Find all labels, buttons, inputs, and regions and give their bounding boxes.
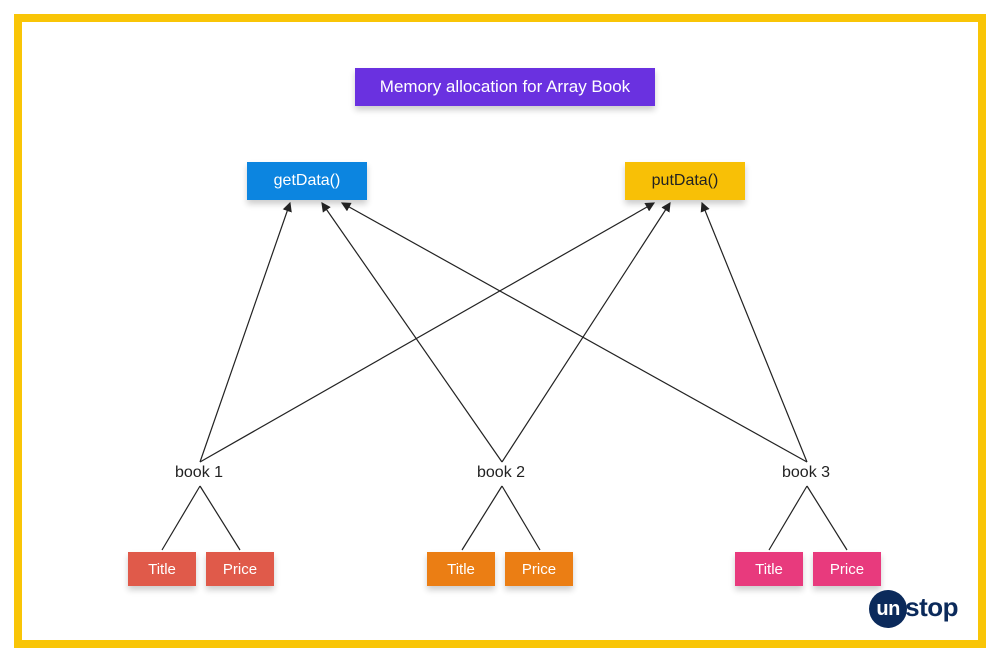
- diagram-frame: Memory allocation for Array Book getData…: [14, 14, 986, 648]
- book3-price-box: Price: [813, 552, 881, 586]
- book2-title-box: Title: [427, 552, 495, 586]
- book1-title-box: Title: [128, 552, 196, 586]
- logo-suffix: stop: [905, 592, 958, 622]
- arrows-layer: [22, 22, 978, 640]
- putdata-box: putData(): [625, 162, 745, 200]
- diagram-title: Memory allocation for Array Book: [355, 68, 655, 106]
- book2-label: book 2: [477, 464, 525, 482]
- book2-price-box: Price: [505, 552, 573, 586]
- logo-prefix: un: [869, 590, 907, 628]
- book1-price-box: Price: [206, 552, 274, 586]
- book1-label: book 1: [175, 464, 223, 482]
- unstop-logo: unstop: [869, 590, 958, 628]
- book3-title-box: Title: [735, 552, 803, 586]
- book3-label: book 3: [782, 464, 830, 482]
- getdata-box: getData(): [247, 162, 367, 200]
